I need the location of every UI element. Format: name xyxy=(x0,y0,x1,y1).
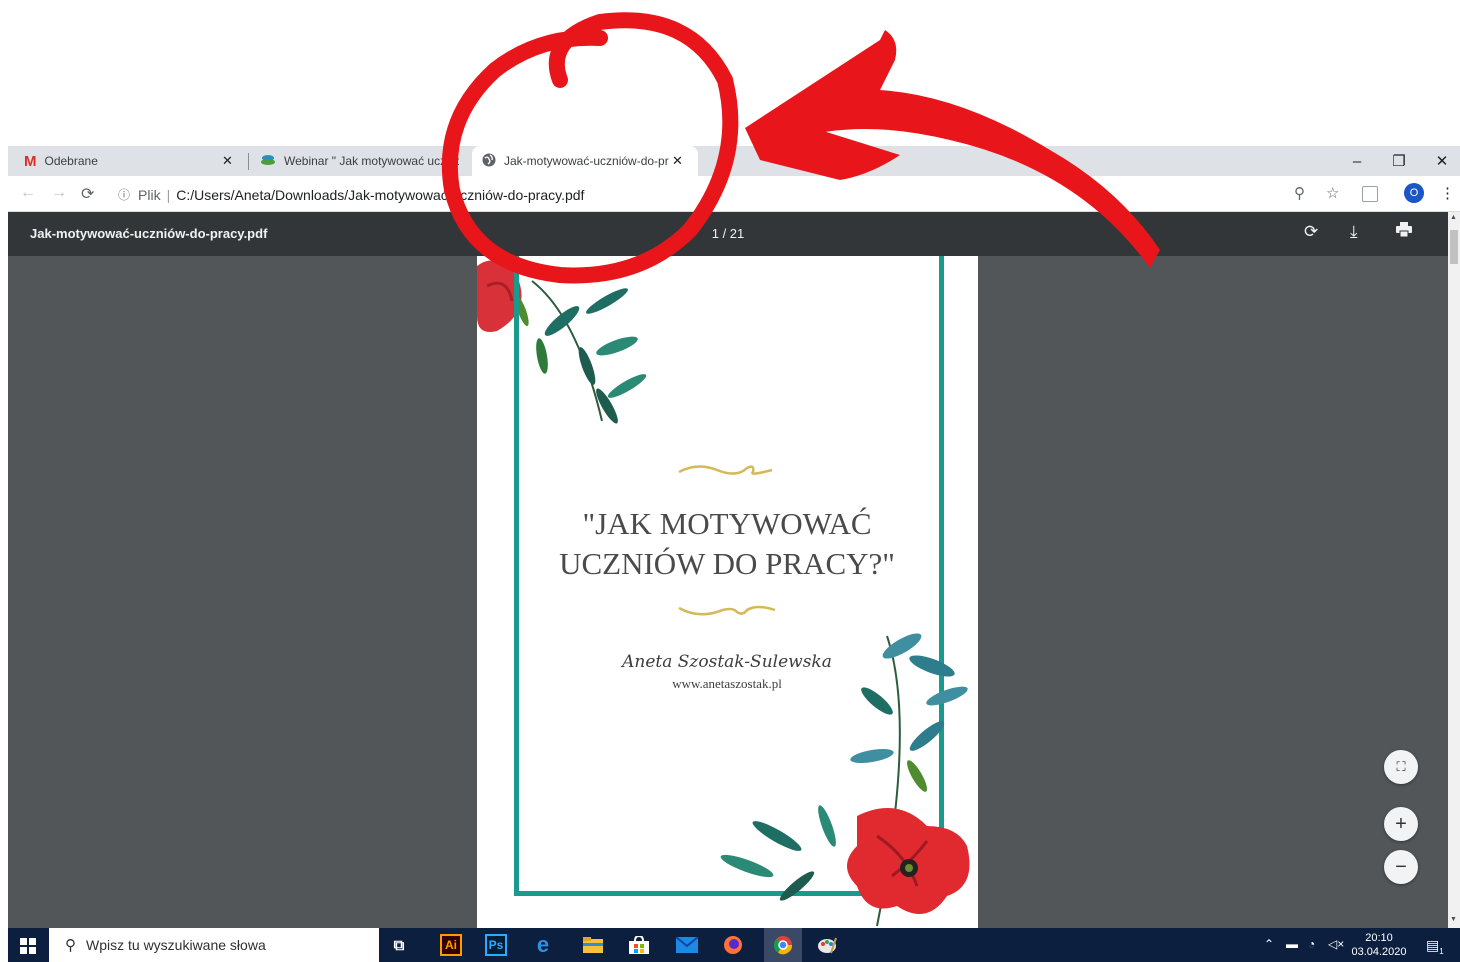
red-arrow-annotation xyxy=(745,30,1160,268)
red-circle-annotation xyxy=(441,12,739,284)
annotation-overlay xyxy=(441,12,1160,284)
screen: M Odebrane ✕ Webinar " Jak motywować ucz… xyxy=(0,0,1460,962)
